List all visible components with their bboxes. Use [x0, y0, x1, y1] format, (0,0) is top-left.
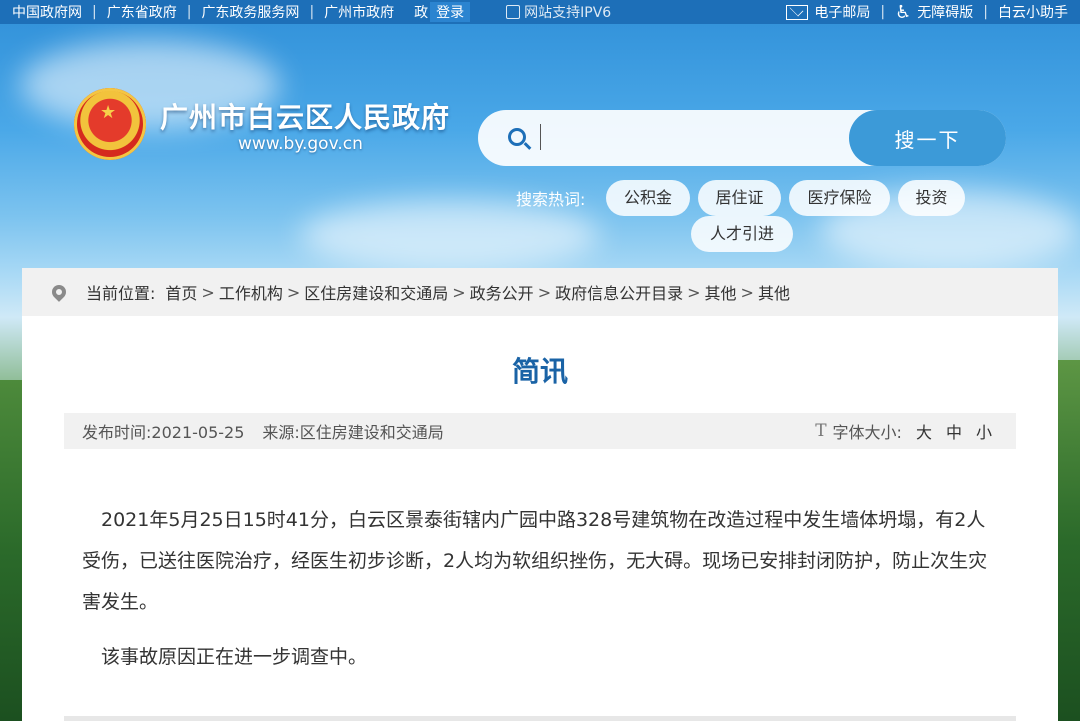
article-paragraph: 该事故原因正在进一步调查中。 [101, 646, 368, 668]
top-bar: 中国政府网 | 广东省政府 | 广东政务服务网 | 广州市政府 政 登录 网站支… [0, 0, 1080, 24]
link-gov-cn[interactable]: 中国政府网 [12, 2, 82, 22]
source-label: 来源: [262, 423, 300, 442]
separator: | [309, 4, 315, 20]
hot-tag-residence-permit[interactable]: 居住证 [698, 180, 781, 216]
breadcrumb-home[interactable]: 首页 [165, 280, 197, 304]
hot-tag-housing-fund[interactable]: 公积金 [606, 180, 690, 216]
breadcrumb-other-current[interactable]: 其他 [758, 280, 790, 304]
ipv6-icon [506, 5, 521, 19]
site-title[interactable]: 广州市白云区人民政府 [160, 96, 450, 136]
hot-words-label: 搜索热词: [516, 190, 586, 209]
breadcrumb-info-catalog[interactable]: 政府信息公开目录 [555, 280, 683, 304]
breadcrumb-other[interactable]: 其他 [705, 280, 737, 304]
font-size-control: T 字体大小: 大 中 小 [815, 419, 992, 443]
email-label: 电子邮局 [814, 5, 871, 21]
zhengwu-text: 政 [414, 5, 429, 21]
location-pin-icon [49, 282, 69, 302]
divider [64, 716, 1016, 721]
article-meta: 发布时间:2021-05-25 来源:区住房建设和交通局 T 字体大小: 大 中… [64, 413, 1016, 449]
site-url: www.by.gov.cn [238, 134, 363, 154]
hot-tag-talent[interactable]: 人才引进 [691, 216, 793, 252]
font-size-small[interactable]: 小 [976, 419, 992, 443]
wheelchair-icon: ♿ [895, 1, 912, 23]
breadcrumb-sep: > [537, 282, 552, 302]
separator: | [92, 4, 97, 20]
article-title: 简讯 [511, 355, 568, 388]
font-size-large[interactable]: 大 [916, 419, 932, 443]
separator: | [983, 4, 988, 20]
link-gd-service[interactable]: 广东政务服务网 [201, 2, 299, 22]
font-size-label: 字体大小: [832, 423, 902, 442]
breadcrumb-sep: > [286, 282, 301, 302]
search-input[interactable] [546, 118, 842, 158]
separator: | [880, 4, 886, 20]
hot-tag-investment[interactable]: 投资 [898, 180, 965, 216]
search-icon [508, 128, 526, 146]
breadcrumb-agencies[interactable]: 工作机构 [219, 280, 283, 304]
breadcrumb-label: 当前位置: [86, 284, 156, 303]
breadcrumb-sep: > [740, 282, 754, 302]
mail-icon [786, 4, 809, 20]
assistant-link[interactable]: 白云小助手 [998, 2, 1068, 22]
separator: | [186, 4, 192, 20]
source-info: 来源:区住房建设和交通局 [262, 419, 443, 443]
publish-info: 发布时间:2021-05-25 [82, 419, 244, 443]
breadcrumb: 当前位置: 首页 > 工作机构 > 区住房建设和交通局 > 政务公开 > 政府信… [22, 268, 1058, 316]
breadcrumb-sep: > [687, 282, 701, 302]
breadcrumb-gov-open[interactable]: 政务公开 [470, 280, 534, 304]
search-button[interactable]: 搜一下 [849, 110, 1006, 166]
breadcrumb-sep: > [201, 282, 215, 302]
publish-date: 2021-05-25 [151, 423, 245, 442]
text-size-icon: T [815, 421, 827, 441]
source-value: 区住房建设和交通局 [299, 423, 444, 442]
text-caret [540, 124, 541, 150]
link-guangzhou-gov[interactable]: 广州市政府 [324, 2, 394, 22]
national-emblem-logo [74, 88, 146, 160]
ipv6-label: 网站支持IPV6 [524, 5, 612, 21]
content-panel: 当前位置: 首页 > 工作机构 > 区住房建设和交通局 > 政务公开 > 政府信… [22, 268, 1058, 721]
ipv6-badge: 网站支持IPV6 [506, 2, 611, 22]
email-link[interactable]: 电子邮局 [786, 2, 870, 22]
top-links: 中国政府网 | 广东省政府 | 广东政务服务网 | 广州市政府 政 登录 网站支… [0, 2, 611, 22]
article-paragraph: 2021年5月25日15时41分，白云区景泰街辖内广园中路328号建筑物在改造过… [82, 509, 988, 613]
article-body: 2021年5月25日15时41分，白云区景泰街辖内广园中路328号建筑物在改造过… [82, 500, 1002, 692]
link-guangdong-gov[interactable]: 广东省政府 [107, 2, 177, 22]
login-button[interactable]: 登录 [430, 2, 471, 22]
font-size-medium[interactable]: 中 [946, 419, 962, 443]
publish-label: 发布时间: [82, 423, 152, 442]
hot-tag-medical-insurance[interactable]: 医疗保险 [789, 180, 890, 216]
accessible-link[interactable]: ♿ 无障碍版 [895, 2, 973, 23]
breadcrumb-sep: > [452, 282, 466, 302]
top-right-tools: 电子邮局 | ♿ 无障碍版 | 白云小助手 [786, 2, 1068, 23]
accessible-label: 无障碍版 [917, 5, 974, 21]
cloud-decoration [300, 200, 600, 270]
breadcrumb-housing-bureau[interactable]: 区住房建设和交通局 [304, 280, 448, 304]
